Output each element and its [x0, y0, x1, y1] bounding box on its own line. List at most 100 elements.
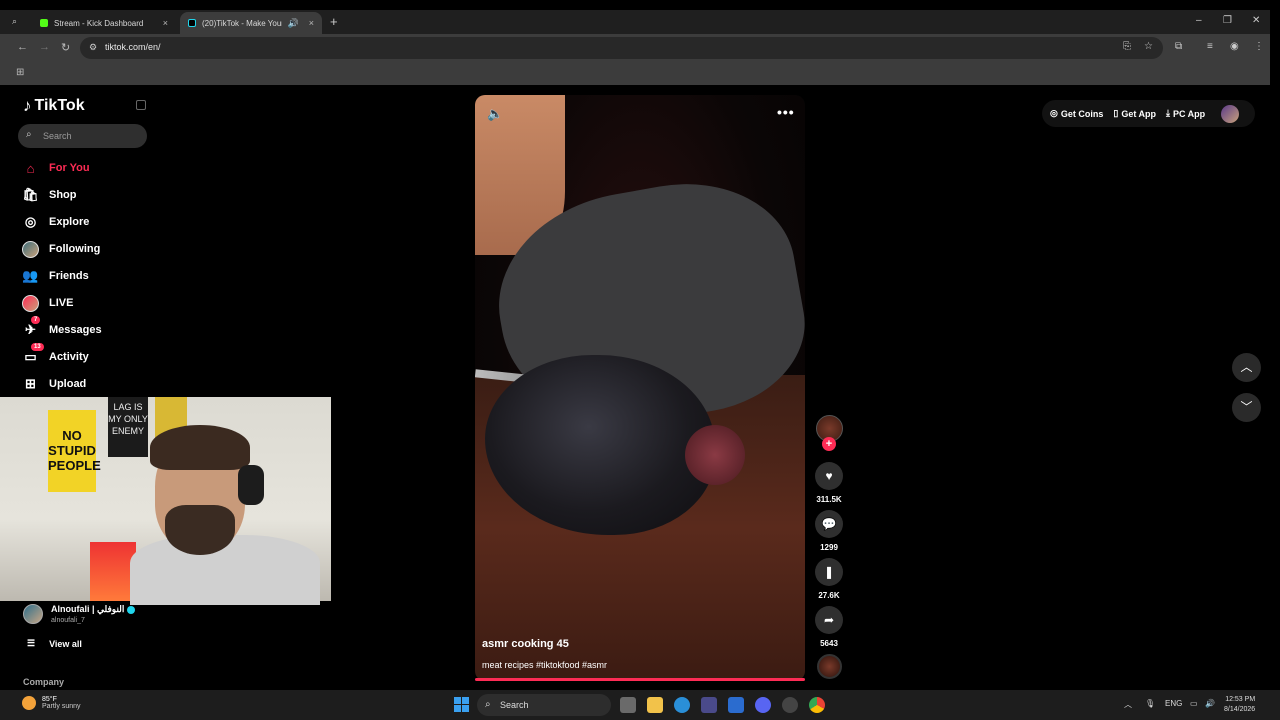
video-player[interactable]: [475, 95, 805, 681]
nav-shop[interactable]: 🛍 Shop: [22, 184, 77, 206]
volume-icon[interactable]: 🔈: [487, 106, 503, 122]
taskbar-search-placeholder: Search: [500, 700, 529, 710]
close-tab-icon[interactable]: ×: [309, 18, 314, 28]
video-tags[interactable]: meat recipes #tiktokfood #asmr: [482, 660, 607, 670]
follow-plus-icon[interactable]: +: [822, 437, 836, 451]
speaker-icon[interactable]: 🔊: [288, 18, 299, 29]
search-placeholder: Search: [43, 131, 72, 141]
nav-friends[interactable]: 👥 Friends: [22, 265, 89, 287]
file-explorer-icon[interactable]: [647, 697, 663, 713]
url-text[interactable]: tiktok.com/en/: [105, 42, 161, 52]
nav-activity[interactable]: ▭ 13 Activity: [22, 343, 89, 368]
task-view-icon[interactable]: [620, 697, 636, 713]
apps-grid-icon[interactable]: ⊞: [16, 67, 24, 78]
nav-label: Following: [49, 243, 101, 255]
address-bar[interactable]: ⚙ tiktok.com/en/: [80, 37, 1163, 59]
nav-label: Friends: [49, 270, 89, 282]
weather-temp: 85°F: [42, 696, 57, 703]
like-button[interactable]: ♥: [815, 462, 843, 490]
tiktok-favicon-icon: [188, 19, 196, 27]
save-button[interactable]: ❚: [815, 558, 843, 586]
taskbar-search[interactable]: ⌕ Search: [477, 694, 611, 716]
next-video-button[interactable]: ﹀: [1232, 393, 1261, 422]
video-progress-bar[interactable]: [475, 678, 805, 681]
discord-icon[interactable]: [755, 697, 771, 713]
language-indicator[interactable]: ENG: [1165, 699, 1182, 708]
search-icon: ⌕: [485, 699, 491, 710]
restore-button[interactable]: ❐: [1223, 15, 1232, 26]
pc-app-button[interactable]: ⤓ PC App: [1166, 108, 1205, 119]
close-window-button[interactable]: ✕: [1252, 15, 1260, 26]
comment-button[interactable]: 💬: [815, 510, 843, 538]
new-tab-button[interactable]: +: [330, 14, 338, 29]
previous-video-button[interactable]: ︿: [1232, 353, 1261, 382]
tab-search-icon[interactable]: ⌕: [12, 16, 17, 27]
streamer: [130, 425, 320, 605]
following-avatar-icon: [22, 240, 39, 258]
chevron-up-icon: ︿: [1240, 360, 1253, 374]
network-icon[interactable]: ▭: [1190, 699, 1198, 708]
comment-count: 1299: [820, 543, 838, 552]
tray-chevron-icon[interactable]: ︿: [1124, 699, 1132, 710]
tiktok-note-icon: ♪: [23, 96, 32, 115]
nav-label: Activity: [49, 351, 89, 363]
more-options-icon[interactable]: •••: [777, 104, 795, 120]
tab-kick-dashboard[interactable]: Stream - Kick Dashboard ×: [32, 12, 176, 34]
nav-upload[interactable]: ⊞ Upload: [22, 373, 86, 395]
mail-icon[interactable]: [728, 697, 744, 713]
bookmark-star-icon[interactable]: ☆: [1144, 41, 1153, 52]
minimize-button[interactable]: –: [1196, 15, 1202, 26]
nav-messages[interactable]: ✈ 7 Messages: [22, 316, 102, 341]
windows-taskbar: 85°F Partly sunny ⌕ Search ︿ 🎙 ENG ▭ 🔊 1…: [0, 690, 1280, 720]
nav-label: Shop: [49, 189, 77, 201]
activity-icon: ▭ 13: [22, 343, 44, 365]
top-actions: ◎ Get Coins ▯ Get App ⤓ PC App: [1042, 100, 1255, 127]
view-all-button[interactable]: ☰ View all: [27, 638, 82, 649]
like-count: 311.5K: [816, 495, 842, 504]
volume-icon[interactable]: 🔊: [1205, 699, 1215, 708]
friends-icon: 👥: [22, 268, 39, 283]
system-clock[interactable]: 12:53 PM 8/14/2026: [1224, 695, 1255, 715]
close-tab-icon[interactable]: ×: [163, 18, 168, 28]
music-disc-icon[interactable]: [817, 654, 842, 679]
nav-for-you[interactable]: ⌂ For You: [22, 157, 90, 179]
nav-live[interactable]: LIVE: [22, 292, 73, 314]
forward-icon[interactable]: →: [39, 41, 50, 53]
store-icon[interactable]: [701, 697, 717, 713]
obs-icon[interactable]: [782, 697, 798, 713]
back-icon[interactable]: ←: [17, 41, 28, 53]
nav-following[interactable]: Following: [22, 238, 100, 260]
chrome-icon[interactable]: [809, 697, 825, 713]
start-button[interactable]: [454, 697, 469, 712]
share-count: 5643: [820, 639, 838, 648]
menu-icon[interactable]: ⋮: [1254, 41, 1264, 52]
tiktok-logo[interactable]: ♪ TikTok: [23, 96, 85, 116]
nav-explore[interactable]: ◎ Explore: [22, 211, 90, 233]
weather-widget[interactable]: 85°F Partly sunny: [22, 696, 81, 710]
kick-icon: [40, 19, 48, 27]
install-icon[interactable]: ⎘: [1123, 41, 1131, 52]
get-app-button[interactable]: ▯ Get App: [1113, 108, 1156, 119]
clock-date: 8/14/2026: [1224, 706, 1256, 713]
extensions-icon[interactable]: ⧉: [1175, 41, 1182, 52]
logo-text: TikTok: [34, 97, 85, 114]
following-account[interactable]: Alnoufali | النوفلي alnoufali_7: [23, 604, 136, 624]
get-coins-button[interactable]: ◎ Get Coins: [1050, 108, 1103, 119]
upload-icon: ⊞: [25, 376, 36, 391]
tab-tiktok[interactable]: (20)TikTok - Make Your Day 🔊 ×: [180, 12, 322, 34]
company-link[interactable]: Company: [23, 677, 64, 687]
microphone-icon[interactable]: 🎙: [1145, 699, 1155, 708]
avatar: [23, 604, 43, 624]
profile-icon[interactable]: ◉: [1230, 41, 1239, 52]
reload-icon[interactable]: ↻: [61, 41, 70, 54]
media-icon[interactable]: ≡: [1207, 41, 1213, 52]
share-button[interactable]: ➦: [815, 606, 843, 634]
collapse-sidebar-icon[interactable]: [136, 100, 146, 110]
bookmark-icon: ❚: [823, 565, 835, 579]
edge-icon[interactable]: [674, 697, 690, 713]
search-input[interactable]: ⌕ Search: [18, 124, 147, 148]
site-info-icon[interactable]: ⚙: [89, 42, 97, 53]
chevron-down-icon: ﹀: [1240, 400, 1253, 414]
profile-avatar[interactable]: [1221, 104, 1240, 123]
account-handle: alnoufali_7: [51, 617, 85, 624]
